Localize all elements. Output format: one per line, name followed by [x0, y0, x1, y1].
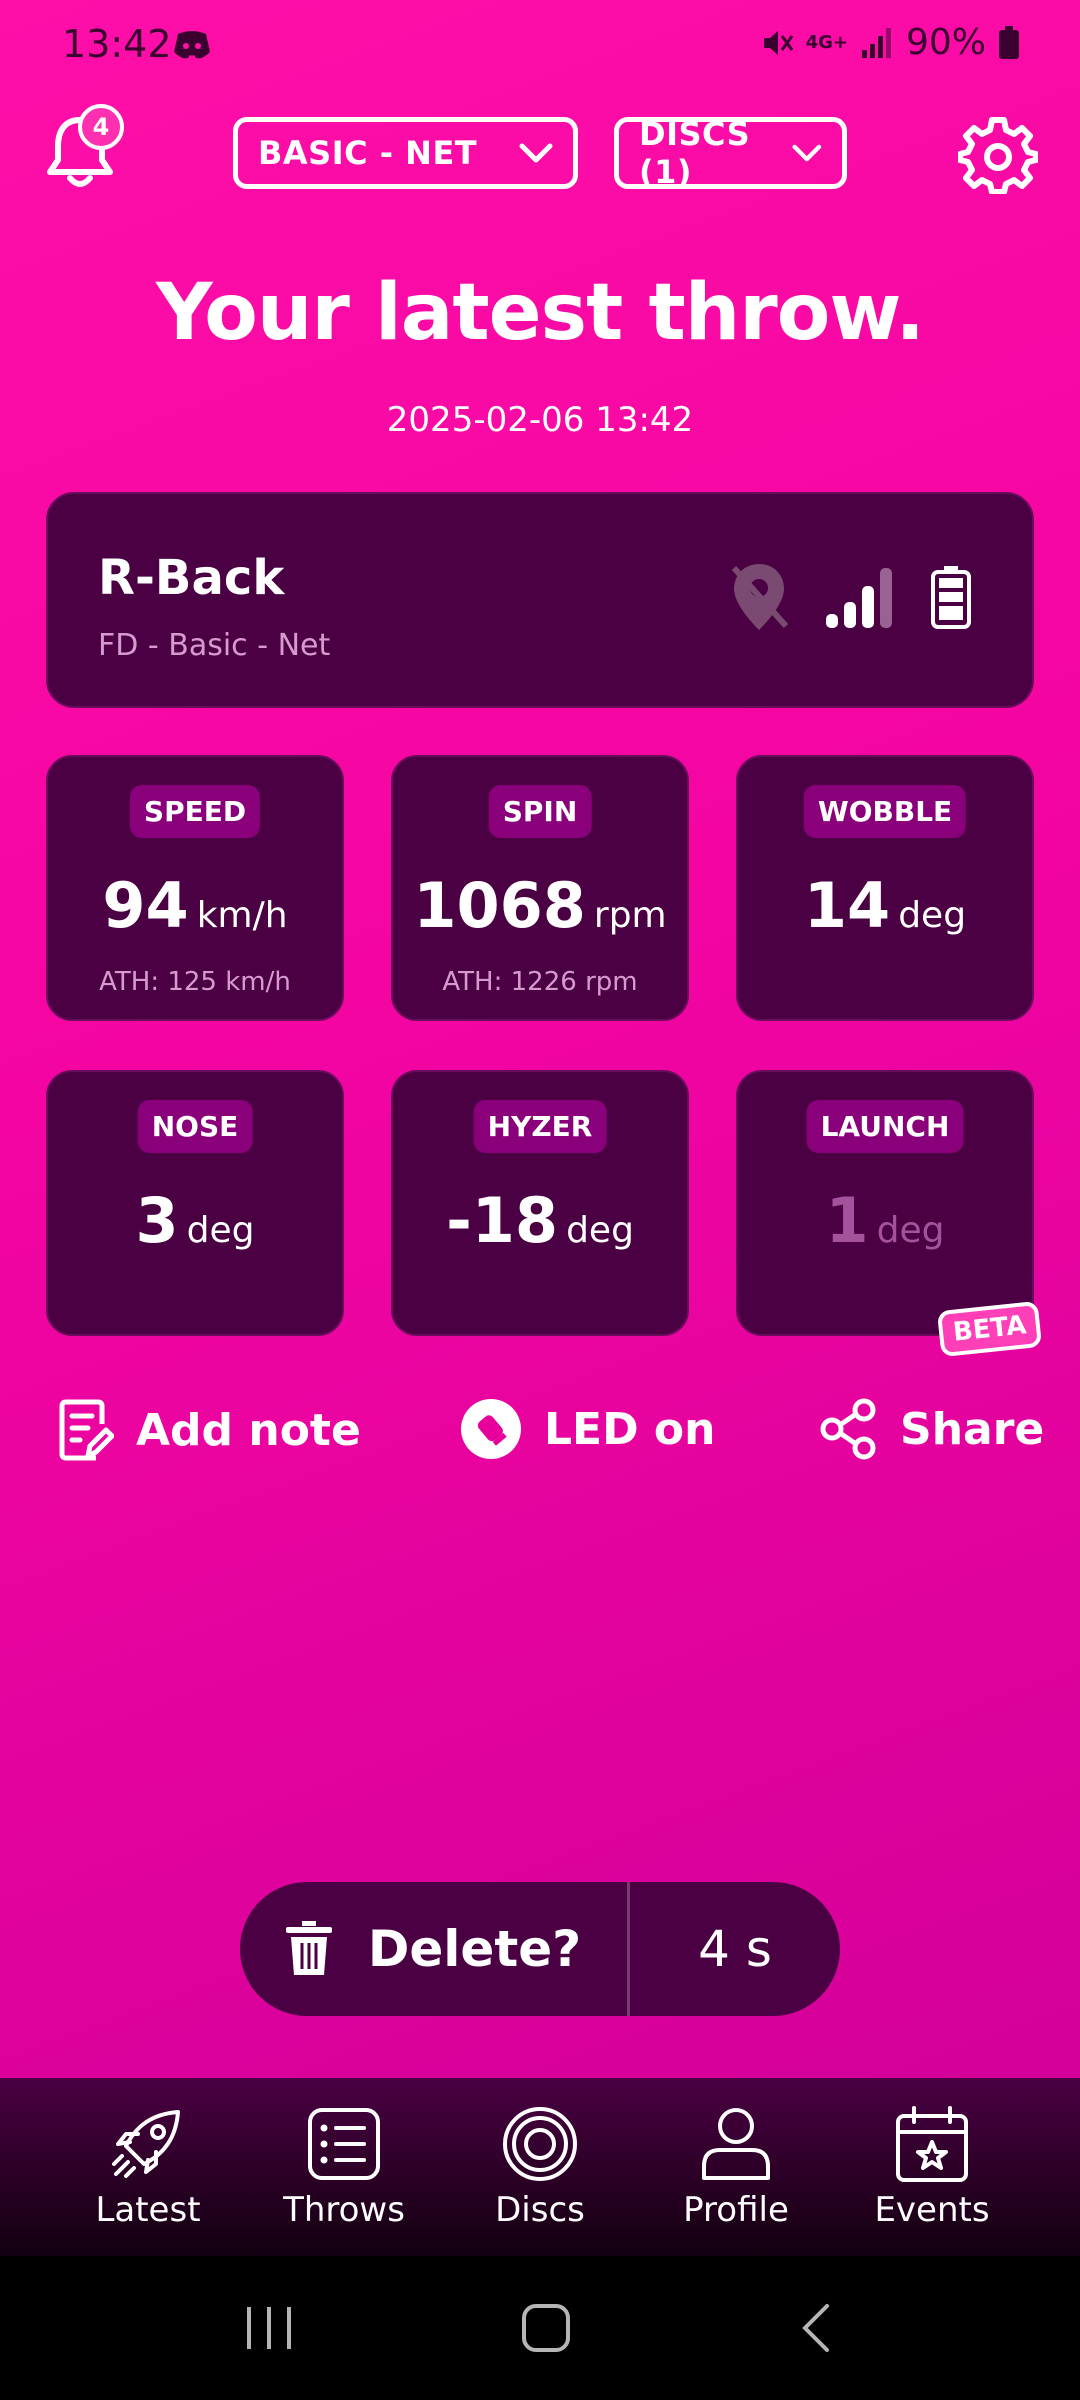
metric-unit: deg	[898, 895, 967, 936]
disc-subtitle: FD - Basic - Net	[98, 628, 331, 663]
delete-countdown: 4 s	[698, 1920, 772, 1978]
metric-unit: deg	[186, 1210, 255, 1251]
add-note-label: Add note	[136, 1404, 361, 1456]
metric-value-wrap: 3 deg	[48, 1184, 342, 1257]
metric-value: 14	[803, 869, 891, 942]
metric-card-wobble[interactable]: WOBBLE 14 deg	[736, 755, 1034, 1021]
add-note-button[interactable]: Add note	[58, 1398, 361, 1462]
nav-item-profile[interactable]: Profile	[646, 2104, 826, 2230]
bottom-nav: Latest Throws Discs Profile Events	[0, 2078, 1080, 2256]
discs-select[interactable]: DISCS (1)	[614, 115, 847, 191]
calendar-star-icon	[896, 2106, 968, 2182]
disc-icon	[503, 2107, 577, 2181]
metric-card-nose[interactable]: NOSE 3 deg	[46, 1070, 344, 1336]
notification-count-badge: 4	[78, 104, 124, 150]
nav-label: Discs	[495, 2190, 585, 2230]
delete-label: Delete?	[367, 1920, 582, 1978]
home-icon[interactable]	[520, 2302, 572, 2354]
nav-label: Profile	[683, 2190, 789, 2230]
metric-value-wrap: 14 deg	[738, 869, 1032, 942]
metric-value: 94	[102, 869, 189, 942]
nav-item-throws[interactable]: Throws	[254, 2104, 434, 2230]
metric-card-spin[interactable]: SPIN 1068 rpm ATH: 1226 rpm	[391, 755, 689, 1021]
rocket-icon	[112, 2110, 180, 2178]
metric-value-wrap: 94 km/h	[48, 869, 342, 942]
metric-value: -18	[446, 1184, 559, 1257]
disc-name: R-Back	[98, 550, 285, 606]
metric-value: 1068	[413, 869, 586, 942]
nav-label: Throws	[283, 2190, 405, 2230]
mode-select-value: BASIC - NET	[258, 134, 478, 172]
status-time: 13:42	[62, 22, 172, 66]
throw-datetime: 2025-02-06 13:42	[386, 400, 694, 440]
person-icon	[702, 2108, 770, 2180]
metric-label: WOBBLE	[803, 785, 967, 838]
page-title: Your latest throw.	[155, 268, 925, 358]
metric-value: 1	[825, 1184, 869, 1257]
metric-ath: ATH: 125 km/h	[99, 967, 291, 997]
metric-unit: km/h	[196, 895, 288, 936]
metric-value-wrap: 1 deg	[738, 1184, 1032, 1257]
metric-label: SPIN	[488, 785, 592, 838]
nav-item-discs[interactable]: Discs	[450, 2104, 630, 2230]
delete-throw-bar[interactable]: Delete? 4 s	[240, 1882, 840, 2016]
metric-label: HYZER	[473, 1100, 607, 1153]
mode-select[interactable]: BASIC - NET	[233, 117, 578, 189]
metric-unit: deg	[876, 1210, 945, 1251]
battery-percent: 90%	[905, 22, 986, 63]
metric-unit: deg	[566, 1210, 634, 1251]
nav-label: Events	[874, 2190, 990, 2230]
back-icon[interactable]	[797, 2302, 837, 2354]
led-toggle-button[interactable]: LED on	[460, 1398, 716, 1460]
metric-label: LAUNCH	[806, 1100, 964, 1153]
metric-ath: ATH: 1226 rpm	[442, 967, 638, 997]
metric-card-speed[interactable]: SPEED 94 km/h ATH: 125 km/h	[46, 755, 344, 1021]
discs-select-value: DISCS (1)	[639, 115, 751, 191]
chevron-down-icon	[792, 144, 822, 162]
beta-badge: BETA	[936, 1300, 1043, 1358]
metric-value-wrap: 1068 rpm	[393, 869, 687, 942]
metric-card-hyzer[interactable]: HYZER -18 deg	[391, 1070, 689, 1336]
signal-icon	[861, 27, 891, 58]
list-icon	[308, 2108, 380, 2180]
network-type: 4G+	[805, 32, 848, 53]
metric-unit: rpm	[593, 895, 667, 936]
trash-icon	[285, 1921, 332, 1975]
disc-status-icons	[728, 560, 972, 634]
nav-item-latest[interactable]: Latest	[58, 2104, 238, 2230]
nav-label: Latest	[95, 2190, 201, 2230]
led-label: LED on	[544, 1403, 716, 1455]
gear-icon[interactable]	[958, 114, 1038, 194]
discord-icon	[174, 31, 210, 59]
mute-icon	[763, 30, 793, 55]
led-icon	[461, 1399, 521, 1459]
note-edit-icon	[59, 1399, 114, 1461]
metric-label: NOSE	[137, 1100, 253, 1153]
metric-value: 3	[135, 1184, 179, 1257]
system-navigation-bar	[0, 2256, 1080, 2400]
device-battery-icon	[931, 566, 971, 629]
status-indicators: 4G+ 90%	[760, 22, 1020, 63]
metric-value-wrap: -18 deg	[393, 1184, 687, 1257]
share-label: Share	[900, 1403, 1045, 1455]
share-button[interactable]: Share	[820, 1398, 1044, 1460]
metric-label: SPEED	[129, 785, 261, 838]
metric-card-launch[interactable]: LAUNCH 1 deg BETA	[736, 1070, 1043, 1358]
share-icon	[820, 1398, 876, 1460]
signal-strength-icon	[826, 568, 892, 628]
recent-apps-icon[interactable]	[243, 2303, 295, 2353]
location-off-icon	[731, 564, 789, 630]
delete-button[interactable]: Delete?	[240, 1882, 630, 2016]
nav-item-events[interactable]: Events	[842, 2104, 1022, 2230]
disc-card[interactable]: R-Back FD - Basic - Net	[46, 492, 1034, 708]
battery-icon	[999, 25, 1019, 59]
chevron-down-icon	[519, 143, 553, 163]
